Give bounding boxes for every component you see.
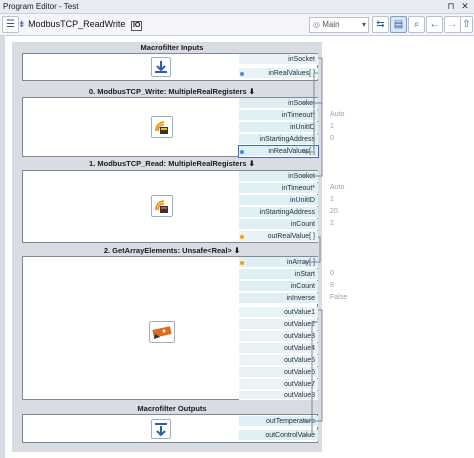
connection-line bbox=[303, 57, 323, 104]
arrow-head bbox=[303, 150, 307, 154]
connections-layer bbox=[303, 57, 323, 437]
arrow-head bbox=[303, 260, 307, 264]
arrow-head bbox=[303, 101, 307, 105]
connection-line bbox=[303, 72, 318, 153]
connection-line bbox=[303, 103, 323, 177]
arrow-head bbox=[303, 433, 307, 437]
connection-line bbox=[303, 236, 321, 263]
arrow-head bbox=[303, 174, 307, 178]
connection-line bbox=[303, 321, 318, 436]
arrow-head bbox=[303, 419, 307, 423]
